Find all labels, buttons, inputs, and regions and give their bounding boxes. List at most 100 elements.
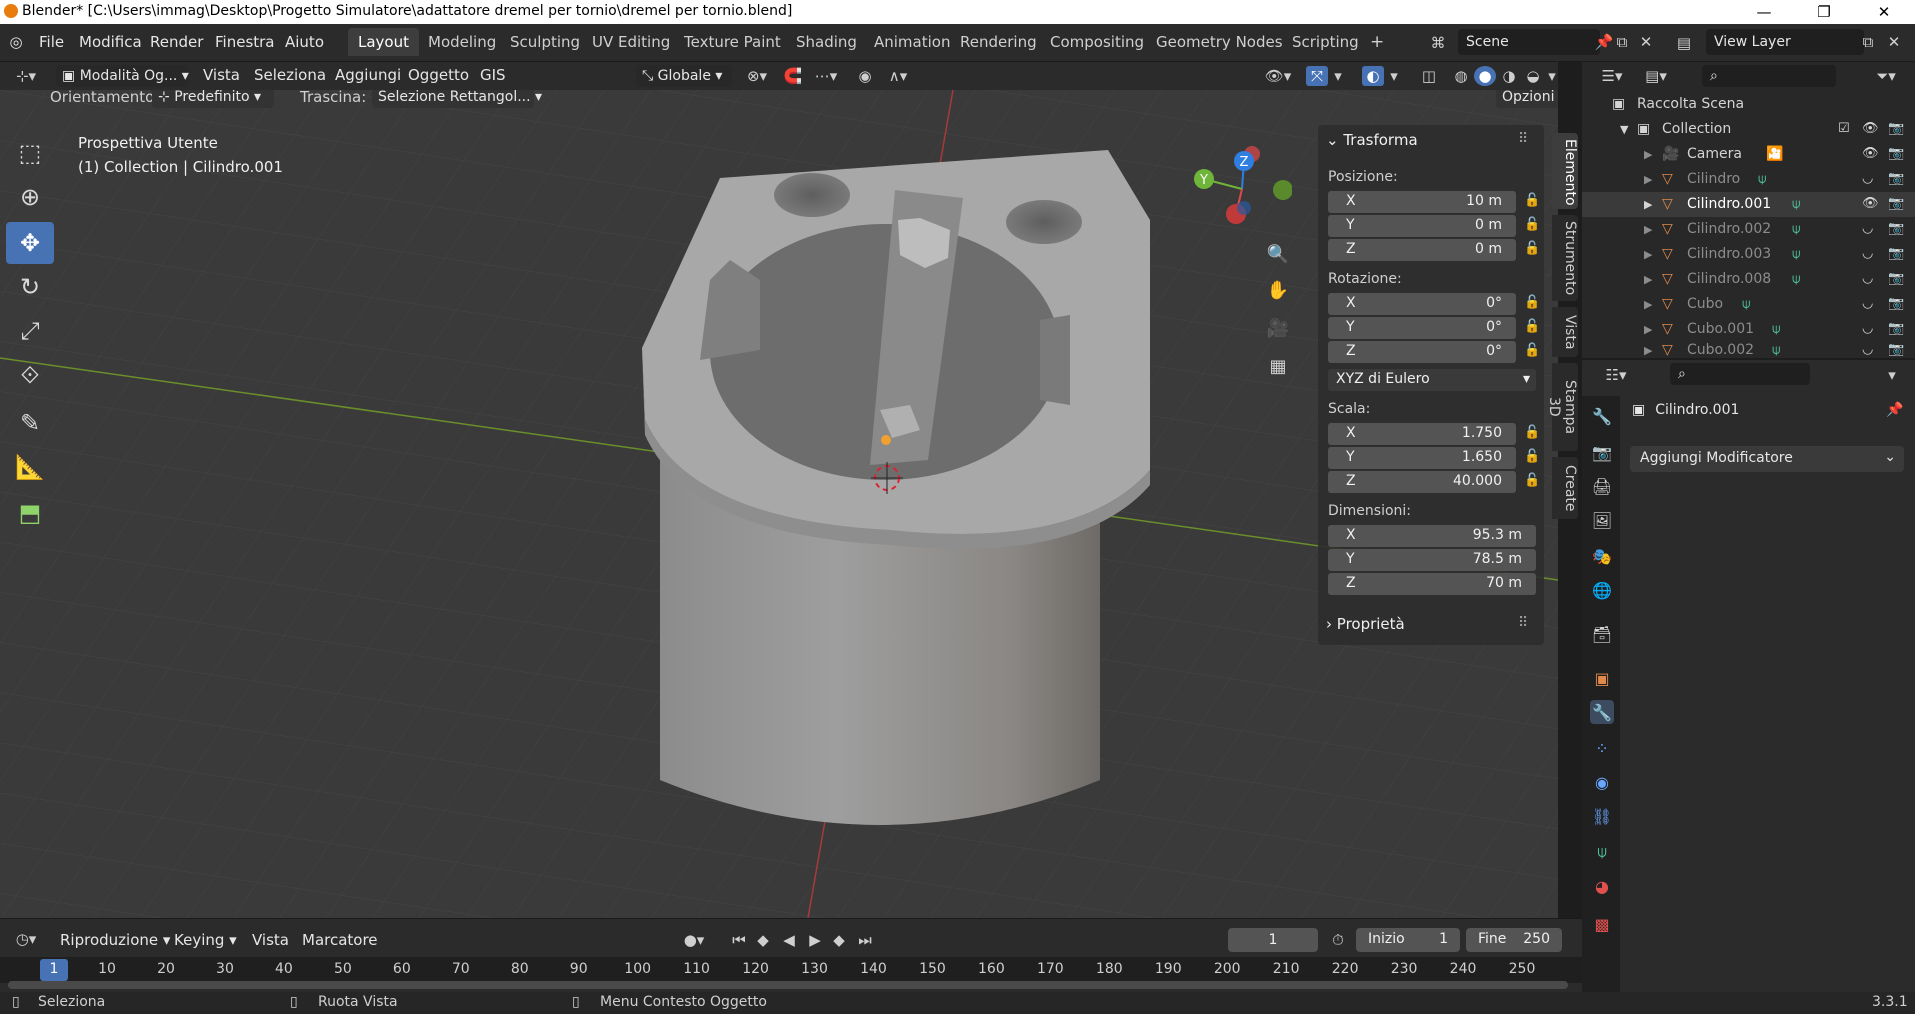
scale-tool-icon[interactable]: ⤢	[6, 310, 54, 352]
render-camera-icon[interactable]: 📷	[1888, 171, 1904, 186]
proportional-edit-icon[interactable]: ◉	[854, 66, 876, 86]
tab-sculpting[interactable]: Sculpting	[500, 28, 590, 56]
drag-selector[interactable]: Selezione Rettangol... ▾	[372, 90, 542, 108]
expand-arrow-icon[interactable]: ▶	[1644, 173, 1652, 186]
object-tab-icon[interactable]: ▣	[1590, 666, 1614, 690]
physics-tab-icon[interactable]: ◉	[1590, 770, 1614, 794]
menu-finestra[interactable]: Finestra	[215, 33, 275, 51]
menu-file[interactable]: File	[39, 33, 64, 51]
gizmo-dropdown-icon[interactable]: ▾	[1330, 66, 1346, 86]
tab-vista[interactable]: Vista	[1552, 307, 1578, 357]
lock-icon[interactable]: 🔓	[1524, 425, 1540, 440]
options-chevron-icon[interactable]: ▾	[1882, 364, 1902, 386]
rendered-shading-icon[interactable]: ◒	[1522, 66, 1544, 86]
outliner-row-root[interactable]: ▣ Raccolta Scena	[1582, 92, 1915, 117]
material-tab-icon[interactable]: ◕	[1590, 874, 1614, 898]
tab-geometry-nodes[interactable]: Geometry Nodes	[1146, 28, 1293, 56]
scale-y-field[interactable]: Y 1.650	[1328, 447, 1516, 469]
rotation-mode-dropdown[interactable]: XYZ di Eulero ▾	[1328, 369, 1536, 391]
expand-arrow-icon[interactable]: ▶	[1644, 248, 1652, 261]
solid-shading-icon[interactable]: ●	[1474, 66, 1496, 86]
eye-closed-icon[interactable]: ◡	[1862, 271, 1873, 286]
eye-closed-icon[interactable]: ◡	[1862, 296, 1873, 311]
cursor-tool-icon[interactable]: ⊕	[6, 176, 54, 218]
mode-selector[interactable]: ▣ Modalità Og... ▾	[56, 65, 189, 87]
adapter-mesh[interactable]	[642, 150, 1150, 825]
filter-icon[interactable]: ⏷▾	[1868, 66, 1904, 86]
close-button[interactable]: ✕	[1856, 0, 1912, 24]
drag-handle-icon[interactable]: ⠿	[1518, 615, 1528, 631]
pin-icon[interactable]: 📌	[1886, 402, 1903, 418]
eye-icon[interactable]: 👁	[1862, 121, 1879, 136]
tab-create[interactable]: Create	[1552, 457, 1578, 519]
lock-icon[interactable]: 🔓	[1524, 241, 1540, 256]
visibility-icon[interactable]: 👁▾	[1260, 66, 1296, 86]
constraints-tab-icon[interactable]: ⛓	[1590, 804, 1614, 828]
delete-scene-icon[interactable]: ✕	[1636, 32, 1656, 52]
gizmo-neg-y-axis[interactable]	[1273, 180, 1292, 200]
new-view-layer-icon[interactable]: ⧉	[1858, 32, 1878, 52]
render-camera-icon[interactable]: 📷	[1888, 196, 1904, 211]
pan-hand-icon[interactable]: ✋	[1264, 276, 1292, 304]
overlay-dropdown-icon[interactable]: ▾	[1386, 66, 1402, 86]
perspective-grid-icon[interactable]: ▦	[1264, 352, 1292, 380]
pin-icon[interactable]: 📌	[1594, 32, 1614, 52]
outliner-row-cilindro-003[interactable]: ▶ ▽ Cilindro.003 ⍦ ◡ 📷	[1582, 242, 1915, 267]
eye-closed-icon[interactable]: ◡	[1862, 171, 1873, 186]
eye-closed-icon[interactable]: ◡	[1862, 246, 1873, 261]
eye-icon[interactable]: 👁	[1862, 196, 1879, 211]
timeline-scrollbar[interactable]	[8, 981, 1568, 989]
render-camera-icon[interactable]: 📷	[1888, 321, 1904, 336]
lock-icon[interactable]: 🔓	[1524, 449, 1540, 464]
menu-vista[interactable]: Vista	[203, 66, 240, 84]
move-tool-icon[interactable]: ✥	[6, 222, 54, 264]
expand-arrow-icon[interactable]: ▶	[1644, 298, 1652, 311]
render-camera-icon[interactable]: 📷	[1888, 246, 1904, 261]
render-tab-icon[interactable]: 📷	[1590, 440, 1614, 464]
rotation-x-field[interactable]: X 0°	[1328, 293, 1516, 315]
checkbox-icon[interactable]: ☑	[1838, 121, 1850, 136]
zoom-icon[interactable]: 🔍	[1264, 240, 1292, 268]
orientation-selector[interactable]: ⊹ Predefinito ▾	[152, 90, 274, 108]
transform-tool-icon[interactable]: ⟐	[6, 354, 54, 396]
outliner-row-cubo-001[interactable]: ▶ ▽ Cubo.001 ⍦ ◡ 📷	[1582, 317, 1915, 342]
view-layer-selector[interactable]: View Layer	[1706, 29, 1864, 55]
scene-selector[interactable]: Scene	[1458, 29, 1600, 55]
snap-target-icon[interactable]: ⋯▾	[808, 66, 844, 86]
menu-oggetto[interactable]: Oggetto	[408, 66, 469, 84]
material-shading-icon[interactable]: ◑	[1498, 66, 1520, 86]
add-cube-tool-icon[interactable]: ⬒	[6, 492, 54, 534]
texture-tab-icon[interactable]: ▩	[1590, 912, 1614, 936]
tab-scripting[interactable]: Scripting	[1282, 28, 1369, 56]
add-workspace-button[interactable]: +	[1360, 28, 1394, 56]
wireframe-shading-icon[interactable]: ◍	[1450, 66, 1472, 86]
expand-arrow-icon[interactable]: ▶	[1644, 223, 1652, 236]
rotation-z-field[interactable]: Z 0°	[1328, 341, 1516, 363]
menu-render[interactable]: Render	[150, 33, 203, 51]
rotate-tool-icon[interactable]: ↻	[6, 266, 54, 308]
pivot-point-icon[interactable]: ⊗▾	[740, 66, 774, 86]
outliner-row-cilindro-002[interactable]: ▶ ▽ Cilindro.002 ⍦ ◡ 📷	[1582, 217, 1915, 242]
location-x-field[interactable]: X 10 m	[1328, 191, 1516, 213]
annotate-tool-icon[interactable]: ✎	[6, 402, 54, 444]
tab-layout[interactable]: Layout	[348, 28, 419, 56]
outliner-row-cilindro[interactable]: ▶ ▽ Cilindro ⍦ ◡ 📷	[1582, 167, 1915, 192]
properties-editor-type-icon[interactable]: ☷▾	[1598, 364, 1634, 386]
eye-closed-icon[interactable]: ◡	[1862, 221, 1873, 236]
render-camera-icon[interactable]: 📷	[1888, 121, 1904, 136]
location-z-field[interactable]: Z 0 m	[1328, 239, 1516, 261]
display-mode-icon[interactable]: ▤▾	[1638, 66, 1674, 86]
lock-icon[interactable]: 🔓	[1524, 343, 1540, 358]
expand-arrow-icon[interactable]: ▶	[1644, 323, 1652, 336]
outliner-search-input[interactable]: ⌕	[1702, 65, 1836, 87]
collection-tab-icon[interactable]: 🗃	[1590, 622, 1614, 646]
expand-arrow-icon[interactable]: ▼	[1620, 123, 1628, 136]
dimension-y-field[interactable]: Y 78.5 m	[1328, 549, 1536, 571]
render-camera-icon[interactable]: 📷	[1888, 342, 1904, 357]
menu-gis[interactable]: GIS	[480, 66, 506, 84]
navigation-gizmo[interactable]: Z Y	[1192, 144, 1292, 234]
transform-header[interactable]: ⌄ Trasforma	[1326, 131, 1418, 149]
options-dropdown[interactable]: Opzioni ▾	[1496, 90, 1558, 108]
maximize-button[interactable]: ❐	[1796, 0, 1852, 24]
modifier-tab-icon[interactable]: 🔧	[1590, 700, 1614, 724]
